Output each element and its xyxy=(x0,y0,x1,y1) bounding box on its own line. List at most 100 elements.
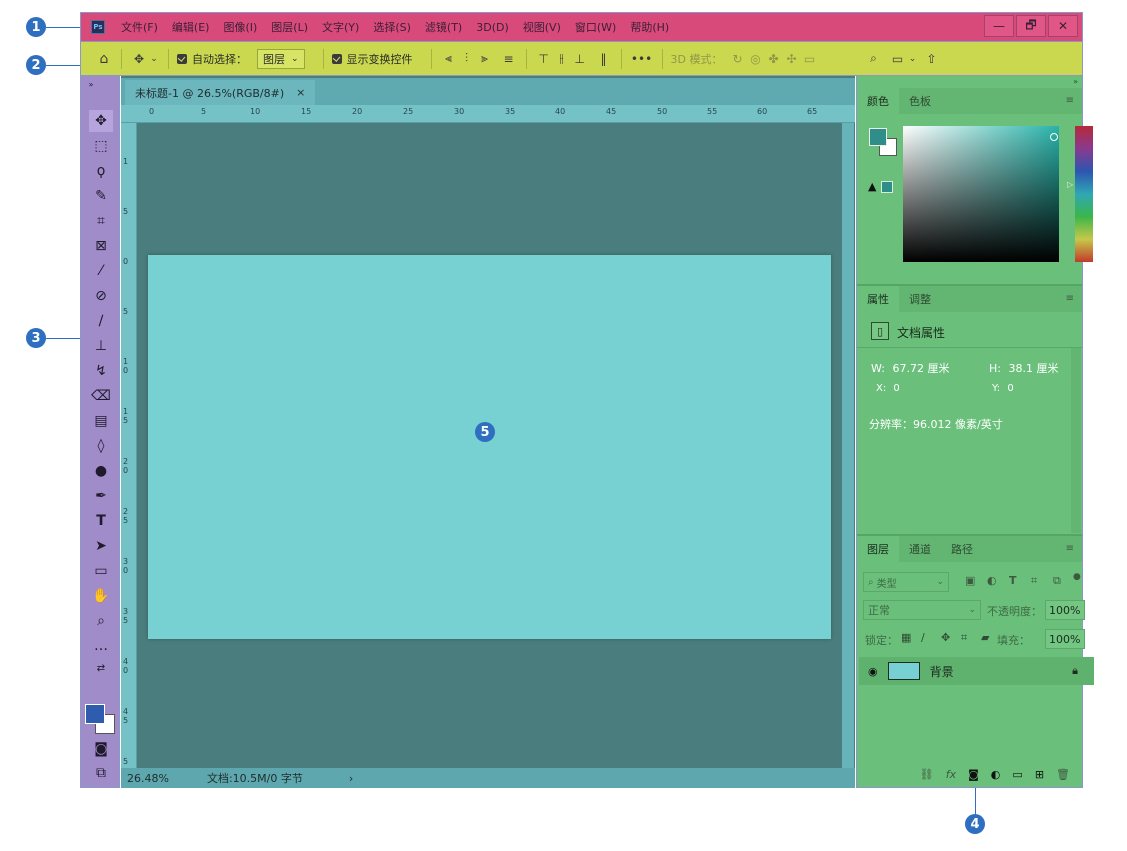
blur-tool-icon[interactable]: ◊ xyxy=(89,435,113,457)
y-value[interactable]: 0 xyxy=(1007,383,1013,394)
filter-adjustment-icon[interactable]: ◐ xyxy=(987,574,997,587)
share-icon[interactable]: ⇧ xyxy=(923,52,941,66)
opacity-input[interactable]: 100% xyxy=(1045,600,1085,620)
filter-type-icon[interactable]: T xyxy=(1009,574,1017,587)
rectangle-tool-icon[interactable]: ▭ xyxy=(89,560,113,582)
lock-artboard-icon[interactable]: ⌗ xyxy=(961,631,967,645)
lock-all-icon[interactable]: ▰ xyxy=(981,631,989,644)
align-left-icon[interactable]: ⫷ xyxy=(440,51,458,66)
dodge-tool-icon[interactable]: ● xyxy=(89,460,113,482)
panel-menu-icon[interactable]: ≡ xyxy=(1066,293,1074,304)
workspace-icon[interactable]: ▭ xyxy=(889,52,907,66)
eyedropper-tool-icon[interactable]: ⁄ xyxy=(89,260,113,282)
foreground-color-swatch[interactable] xyxy=(85,704,105,724)
move-tool-icon[interactable]: ✥ xyxy=(130,52,148,66)
height-value[interactable]: 38.1 厘米 xyxy=(1008,362,1058,375)
3d-camera-icon[interactable]: ▭ xyxy=(801,52,819,66)
filter-smart-object-icon[interactable]: ⧉ xyxy=(1053,574,1061,588)
hue-slider[interactable] xyxy=(1075,126,1093,262)
lock-pixels-icon[interactable]: ∕ xyxy=(921,631,925,644)
quick-selection-tool-icon[interactable]: ✎ xyxy=(89,185,113,207)
fx-icon[interactable]: fx xyxy=(946,768,956,781)
chevron-down-icon[interactable]: ⌄ xyxy=(907,54,919,64)
type-tool-icon[interactable]: T xyxy=(89,510,113,532)
close-icon[interactable]: × xyxy=(296,86,305,99)
color-field[interactable] xyxy=(903,126,1059,262)
3d-pan-icon[interactable]: ✤ xyxy=(765,52,783,66)
filter-toggle-icon[interactable]: ● xyxy=(1073,572,1081,582)
3d-slide-icon[interactable]: ✣ xyxy=(783,52,801,66)
panel-menu-icon[interactable]: ≡ xyxy=(1066,543,1074,554)
distribute-v-icon[interactable]: ‖ xyxy=(595,52,613,66)
tab-channels[interactable]: 通道 xyxy=(899,536,941,562)
menu-filter[interactable]: 滤镜(T) xyxy=(425,19,462,35)
blend-mode-dropdown[interactable]: 正常 ⌄ xyxy=(863,600,981,620)
3d-orbit-icon[interactable]: ↻ xyxy=(729,52,747,66)
new-layer-icon[interactable]: ⊞ xyxy=(1035,768,1044,781)
show-transform-checkbox[interactable] xyxy=(331,53,342,64)
group-folder-icon[interactable]: ▭ xyxy=(1012,768,1022,781)
brush-tool-icon[interactable]: ∕ xyxy=(89,310,113,332)
filter-shape-icon[interactable]: ⌗ xyxy=(1031,574,1037,588)
tab-adjustments[interactable]: 调整 xyxy=(899,286,941,312)
align-center-h-icon[interactable]: ⫶ xyxy=(458,51,476,66)
crop-tool-icon[interactable]: ⌗ xyxy=(89,210,113,232)
clone-stamp-tool-icon[interactable]: ⊥ xyxy=(89,335,113,357)
menu-window[interactable]: 窗口(W) xyxy=(575,19,616,35)
menu-edit[interactable]: 编辑(E) xyxy=(172,19,210,35)
restore-button[interactable]: 🗗 xyxy=(1016,15,1046,37)
history-brush-tool-icon[interactable]: ↯ xyxy=(89,360,113,382)
quick-mask-icon[interactable]: ◙ xyxy=(89,738,113,760)
more-options-icon[interactable]: ••• xyxy=(630,52,654,66)
eraser-tool-icon[interactable]: ⌫ xyxy=(89,385,113,407)
3d-roll-icon[interactable]: ◎ xyxy=(747,52,765,66)
move-tool-icon[interactable]: ✥ xyxy=(89,110,113,132)
tab-color[interactable]: 颜色 xyxy=(857,88,899,114)
zoom-level[interactable]: 26.48% xyxy=(127,772,169,785)
vertical-scrollbar[interactable] xyxy=(842,123,854,768)
show-transform-option[interactable]: 显示变换控件 xyxy=(331,51,413,67)
swap-colors-icon[interactable]: ⇄ xyxy=(89,660,113,676)
healing-brush-tool-icon[interactable]: ⊘ xyxy=(89,285,113,307)
path-selection-tool-icon[interactable]: ➤ xyxy=(89,535,113,557)
marquee-tool-icon[interactable]: ⬚ xyxy=(89,135,113,157)
align-top-icon[interactable]: ⊤ xyxy=(535,52,553,66)
x-value[interactable]: 0 xyxy=(893,383,899,394)
menu-view[interactable]: 视图(V) xyxy=(523,19,561,35)
align-bottom-icon[interactable]: ⊥ xyxy=(571,52,589,66)
menu-type[interactable]: 文字(Y) xyxy=(322,19,359,35)
add-mask-icon[interactable]: ◙ xyxy=(968,768,979,781)
screen-mode-icon[interactable]: ⧉ xyxy=(89,762,113,784)
auto-select-dropdown[interactable]: 图层 ⌄ xyxy=(257,48,305,69)
lock-transparent-icon[interactable]: ▦ xyxy=(901,631,911,644)
pen-tool-icon[interactable]: ✒ xyxy=(89,485,113,507)
menu-file[interactable]: 文件(F) xyxy=(121,19,158,35)
home-icon[interactable]: ⌂ xyxy=(95,51,113,67)
auto-select-checkbox[interactable] xyxy=(177,53,187,64)
color-fg-swatch[interactable] xyxy=(869,128,887,146)
filter-pixel-icon[interactable]: ▣ xyxy=(965,574,975,587)
align-middle-v-icon[interactable]: ⫲ xyxy=(553,51,571,66)
layer-filter-dropdown[interactable]: ⌕ 类型 ⌄ xyxy=(863,572,949,592)
more-tools-icon[interactable]: … xyxy=(89,635,113,657)
tab-layers[interactable]: 图层 xyxy=(857,536,899,562)
lasso-tool-icon[interactable]: ϙ xyxy=(89,160,113,182)
menu-help[interactable]: 帮助(H) xyxy=(630,19,669,35)
menu-select[interactable]: 选择(S) xyxy=(373,19,411,35)
auto-select-option[interactable]: 自动选择： xyxy=(177,51,247,67)
document-canvas[interactable] xyxy=(148,255,831,639)
document-tab[interactable]: 未标题-1 @ 26.5%(RGB/8#) × xyxy=(125,80,316,105)
eye-icon[interactable]: ◉ xyxy=(868,665,878,678)
align-right-icon[interactable]: ⫸ xyxy=(476,51,494,66)
lock-position-icon[interactable]: ✥ xyxy=(941,631,950,644)
gamut-swatch[interactable] xyxy=(881,181,893,193)
frame-tool-icon[interactable]: ⊠ xyxy=(89,235,113,257)
gradient-tool-icon[interactable]: ▤ xyxy=(89,410,113,432)
panel-collapse-icon[interactable]: » xyxy=(1073,77,1078,86)
menu-image[interactable]: 图像(I) xyxy=(223,19,257,35)
tab-properties[interactable]: 属性 xyxy=(857,286,899,312)
zoom-tool-icon[interactable]: ⌕ xyxy=(89,610,113,632)
close-button[interactable]: ✕ xyxy=(1048,15,1078,37)
width-value[interactable]: 67.72 厘米 xyxy=(892,362,949,375)
tab-swatches[interactable]: 色板 xyxy=(899,88,941,114)
